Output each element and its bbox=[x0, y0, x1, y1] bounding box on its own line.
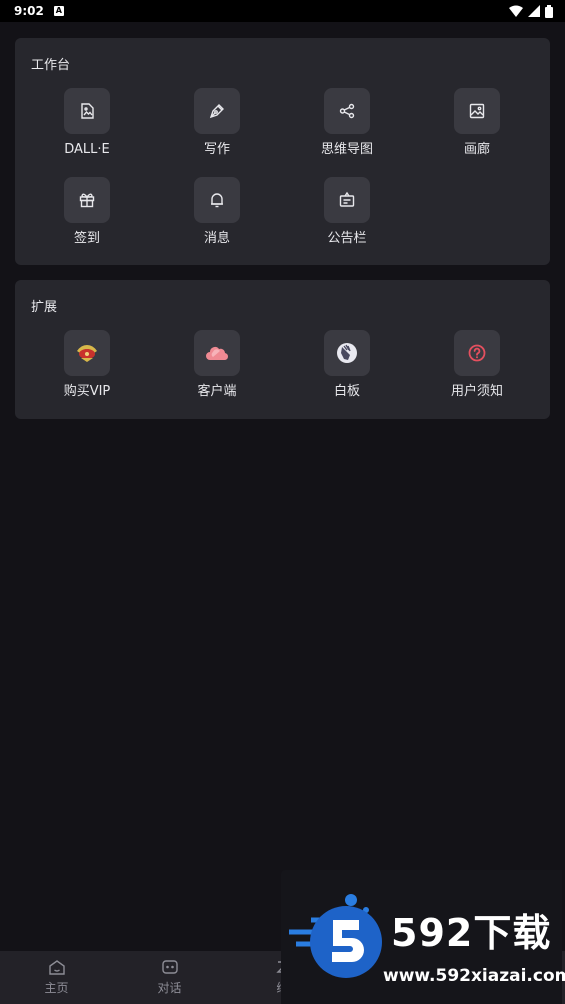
item-label: 用户须知 bbox=[450, 384, 503, 399]
cloud-icon bbox=[206, 347, 229, 361]
gallery-icon bbox=[469, 103, 485, 119]
watermark: 592下载 www.592xiazai.com bbox=[281, 870, 565, 1004]
item-label: 客户端 bbox=[197, 384, 237, 399]
workbench-item-gallery[interactable]: 画廊 bbox=[412, 88, 542, 158]
pen-icon bbox=[209, 104, 224, 119]
item-label: 消息 bbox=[203, 231, 230, 246]
nav-label: 主页 bbox=[44, 981, 69, 995]
nav-label: 对话 bbox=[157, 981, 182, 995]
workbench-item-writing[interactable]: 写作 bbox=[152, 88, 282, 158]
item-label: 白板 bbox=[333, 384, 360, 399]
status-time: 9:02 bbox=[14, 4, 44, 18]
wifi-icon bbox=[509, 5, 523, 17]
extensions-card: 扩展 购买VIP 客户端 白板 用户须知 bbox=[15, 280, 550, 419]
workbench-card: 工作台 DALL·E 写作 思维导图 画廊 签到 消息 公告栏 bbox=[15, 38, 550, 265]
board-icon bbox=[339, 191, 355, 207]
workbench-grid: DALL·E 写作 思维导图 画廊 签到 消息 公告栏 bbox=[15, 88, 550, 247]
share-icon bbox=[339, 103, 355, 119]
watermark-logo-icon bbox=[289, 894, 382, 978]
workbench-item-mindmap[interactable]: 思维导图 bbox=[282, 88, 412, 158]
item-label: 写作 bbox=[203, 142, 230, 157]
nav-item-chat[interactable]: 对话 bbox=[113, 951, 226, 1004]
workbench-item-bulletin[interactable]: 公告栏 bbox=[282, 177, 412, 247]
signal-icon bbox=[528, 5, 540, 17]
watermark-brand: 592下载 bbox=[391, 911, 552, 955]
extension-item-whiteboard[interactable]: 白板 bbox=[282, 330, 412, 400]
item-label: 购买VIP bbox=[63, 384, 111, 399]
nav-item-home[interactable]: 主页 bbox=[0, 951, 113, 1004]
extension-item-user-notice[interactable]: 用户须知 bbox=[412, 330, 542, 400]
extension-item-client[interactable]: 客户端 bbox=[152, 330, 282, 400]
status-bar: 9:02 A bbox=[0, 0, 565, 22]
vip-badge-icon bbox=[77, 345, 97, 362]
workbench-item-dalle[interactable]: DALL·E bbox=[22, 88, 152, 158]
workbench-item-messages[interactable]: 消息 bbox=[152, 177, 282, 247]
notification-icon: A bbox=[53, 6, 64, 16]
battery-icon bbox=[545, 4, 553, 18]
extension-item-buy-vip[interactable]: 购买VIP bbox=[22, 330, 152, 400]
question-icon bbox=[468, 344, 486, 362]
workbench-item-checkin[interactable]: 签到 bbox=[22, 177, 152, 247]
extensions-title: 扩展 bbox=[31, 300, 58, 315]
whiteboard-icon bbox=[337, 343, 357, 363]
chat-icon bbox=[161, 960, 178, 974]
extensions-grid: 购买VIP 客户端 白板 用户须知 bbox=[15, 330, 550, 400]
home-icon bbox=[48, 960, 65, 975]
item-label: DALL·E bbox=[64, 142, 110, 157]
watermark-url: www.592xiazai.com bbox=[383, 966, 565, 986]
item-label: 思维导图 bbox=[320, 142, 373, 157]
item-label: 签到 bbox=[73, 231, 100, 246]
item-label: 公告栏 bbox=[327, 231, 367, 246]
workbench-title: 工作台 bbox=[31, 58, 71, 73]
gift-icon bbox=[79, 193, 95, 208]
image-icon bbox=[81, 103, 94, 119]
bell-icon bbox=[211, 193, 223, 208]
item-label: 画廊 bbox=[463, 142, 490, 157]
